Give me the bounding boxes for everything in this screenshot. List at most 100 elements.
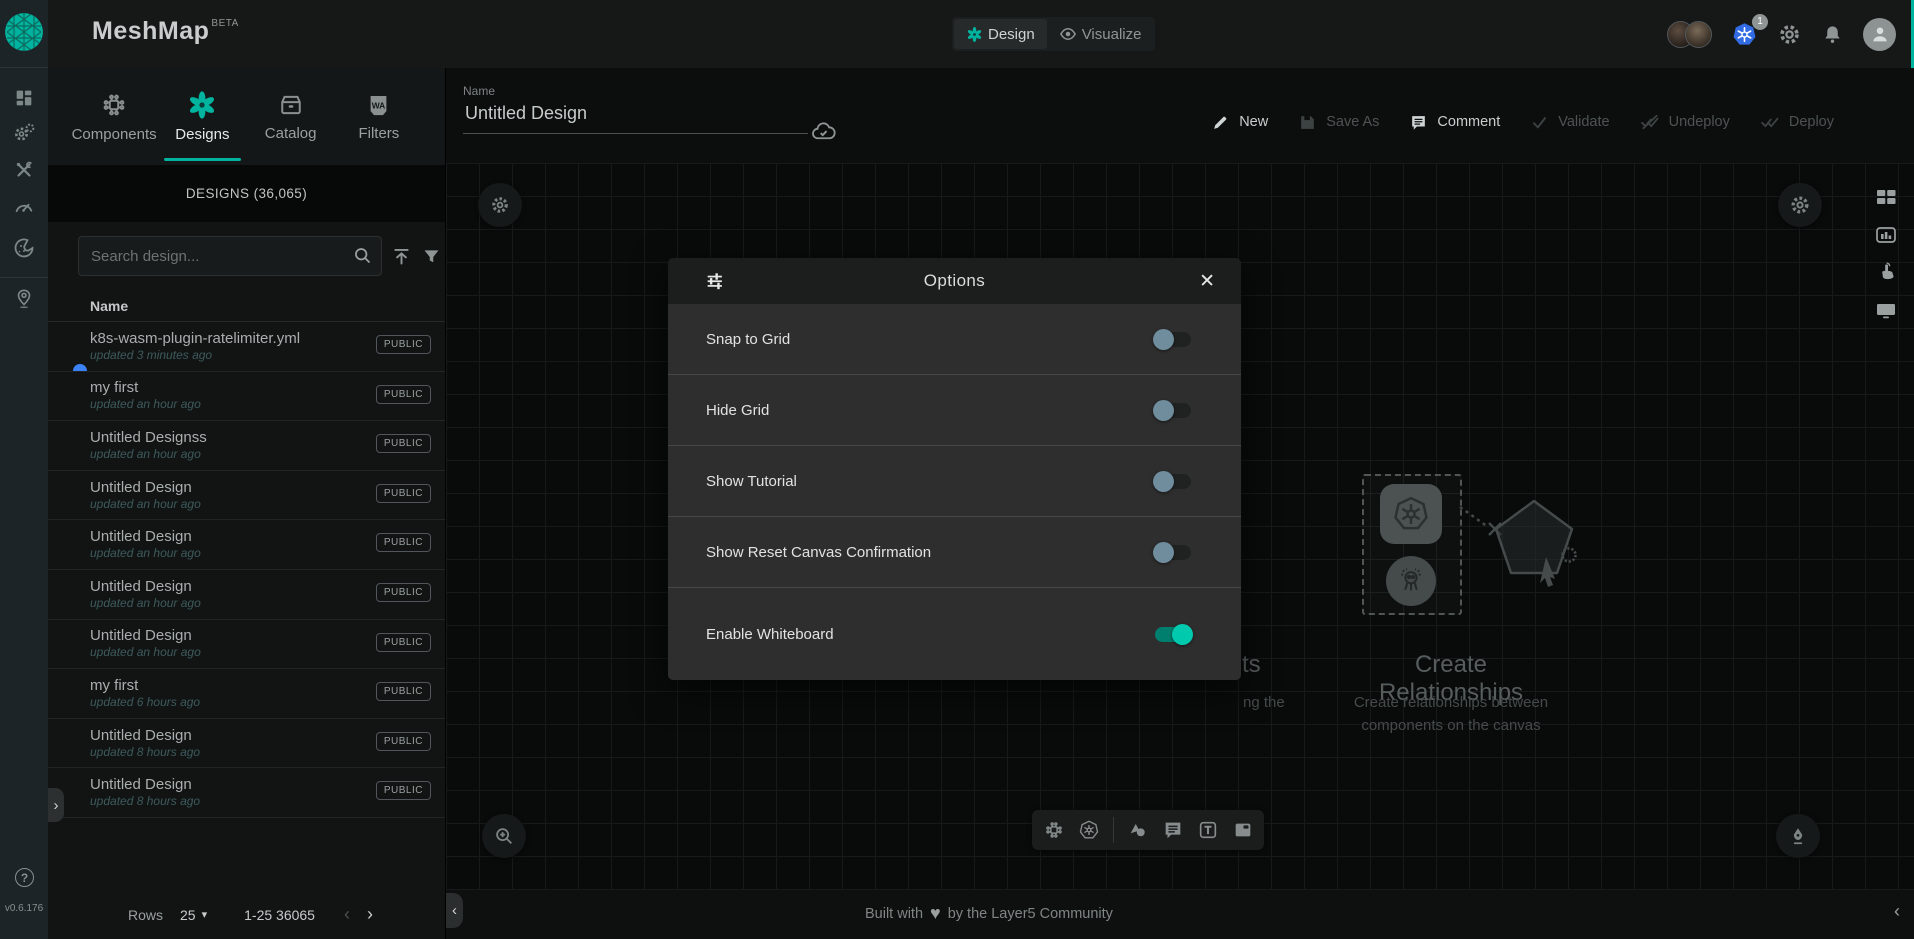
dock-media-button[interactable] — [1232, 819, 1254, 841]
visibility-badge: PUBLIC — [376, 633, 431, 652]
gears-icon — [12, 121, 36, 145]
help-label: ? — [21, 871, 28, 885]
filter-list-button[interactable] — [421, 246, 442, 267]
design-row[interactable]: my first updated 6 hours ago PUBLIC — [48, 669, 445, 719]
zoom-fab[interactable] — [482, 814, 526, 858]
import-design-button[interactable] — [391, 246, 412, 267]
rows-per-page-select[interactable]: 25 ▾ — [180, 907, 207, 923]
dock-text-button[interactable] — [1197, 819, 1219, 841]
sidebar-item-environment[interactable] — [0, 282, 48, 316]
pen-tool-fab[interactable] — [1776, 814, 1820, 858]
enable-whiteboard-toggle[interactable] — [1155, 627, 1191, 642]
settings-button[interactable] — [1777, 22, 1802, 47]
close-icon[interactable]: ✕ — [1199, 270, 1215, 293]
search-input[interactable] — [78, 236, 382, 276]
shapes-icon — [1127, 819, 1149, 841]
previous-page-button[interactable]: ‹ — [344, 904, 350, 925]
clipped-hint-title-fragment: ts — [1242, 651, 1261, 679]
dock-shapes-button[interactable] — [1127, 819, 1149, 841]
tab-filters[interactable]: WA Filters — [335, 68, 423, 165]
tab-components[interactable]: Components — [70, 68, 158, 165]
design-row[interactable]: Untitled Designss updated an hour ago PU… — [48, 421, 445, 471]
show-tutorial-toggle[interactable] — [1155, 474, 1191, 489]
wasm-filters-icon: WA — [365, 92, 392, 119]
sidebar-item-configuration[interactable] — [0, 153, 48, 187]
sidebar-item-dashboard[interactable] — [0, 81, 48, 115]
option-row-show-reset-canvas-confirmation: Show Reset Canvas Confirmation — [668, 517, 1241, 588]
option-label: Show Reset Canvas Confirmation — [706, 544, 931, 561]
dock-kubernetes-button[interactable] — [1078, 819, 1100, 841]
validate-button[interactable]: Validate — [1530, 112, 1609, 132]
undeploy-button[interactable]: Undeploy — [1640, 112, 1730, 132]
right-dock — [1874, 185, 1898, 322]
header-actions: 1 — [1667, 0, 1896, 68]
sidebar-item-extensions[interactable] — [0, 231, 48, 265]
design-name-field: Name — [463, 84, 808, 134]
toolbar-label: Save As — [1326, 114, 1379, 130]
widgets-grid-button[interactable] — [1874, 185, 1898, 209]
user-avatar[interactable] — [1863, 18, 1896, 51]
extensions-icon — [12, 236, 36, 260]
option-label: Snap to Grid — [706, 331, 790, 348]
credits-suffix: by the Layer5 Community — [948, 906, 1113, 922]
option-row-show-tutorial: Show Tutorial — [668, 446, 1241, 517]
design-row[interactable]: my first updated an hour ago PUBLIC — [48, 372, 445, 422]
squid-icon — [1395, 565, 1427, 597]
design-row[interactable]: Untitled Design updated an hour ago PUBL… — [48, 471, 445, 521]
pen-nib-icon — [1787, 825, 1809, 847]
bell-icon — [1821, 23, 1844, 46]
analytics-button[interactable] — [1874, 223, 1898, 247]
svg-text:WA: WA — [372, 100, 386, 110]
design-row[interactable]: Untitled Design updated 8 hours ago PUBL… — [48, 719, 445, 769]
help-button[interactable]: ? — [15, 868, 34, 887]
gear-icon — [1788, 193, 1812, 217]
eye-icon — [1059, 25, 1077, 43]
kubernetes-context-button[interactable]: 1 — [1731, 21, 1758, 48]
catalog-icon — [277, 91, 305, 119]
collaborator-avatar[interactable] — [1685, 21, 1712, 48]
sidebar-item-lifecycle[interactable] — [0, 116, 48, 150]
design-row[interactable]: Untitled Design updated an hour ago PUBL… — [48, 620, 445, 670]
sidebar-item-performance[interactable] — [0, 190, 48, 224]
dashboard-icon — [13, 87, 35, 109]
interaction-button[interactable] — [1875, 261, 1898, 284]
dock-components-button[interactable] — [1043, 819, 1065, 841]
design-row[interactable]: Untitled Design updated an hour ago PUBL… — [48, 570, 445, 620]
canvas-settings-fab[interactable] — [1778, 183, 1822, 227]
collapse-right-button[interactable]: ‹ — [1894, 901, 1900, 922]
mode-toggle: Design Visualize — [952, 17, 1155, 51]
text-tool-icon — [1197, 819, 1219, 841]
design-name-input[interactable] — [463, 103, 808, 134]
layer5-logo-icon[interactable] — [5, 13, 43, 51]
designs-panel: Components Designs Catalog WA Filters DE… — [48, 68, 446, 939]
collapse-left-tab[interactable]: ‹ — [446, 893, 463, 928]
bar-chart-icon — [1874, 223, 1898, 247]
comment-button[interactable]: Comment — [1409, 112, 1500, 132]
snap-to-grid-toggle[interactable] — [1155, 332, 1191, 347]
visibility-badge: PUBLIC — [376, 335, 431, 354]
tab-catalog[interactable]: Catalog — [247, 68, 335, 165]
design-row[interactable]: Untitled Design updated 8 hours ago PUBL… — [48, 768, 445, 818]
show-reset-canvas-confirmation-toggle[interactable] — [1155, 545, 1191, 560]
zoom-in-icon — [493, 825, 515, 847]
deploy-button[interactable]: Deploy — [1760, 112, 1834, 132]
next-page-button[interactable]: › — [367, 904, 373, 925]
tab-design[interactable]: Design — [954, 19, 1047, 49]
dock-comment-button[interactable] — [1162, 819, 1184, 841]
person-icon — [1869, 23, 1891, 45]
double-check-icon — [1760, 112, 1780, 132]
tab-designs[interactable]: Designs — [158, 68, 246, 165]
funnel-icon — [421, 246, 442, 267]
new-button[interactable]: New — [1211, 112, 1268, 132]
mesh-settings-fab[interactable] — [478, 183, 522, 227]
display-button[interactable] — [1874, 298, 1898, 322]
design-row[interactable]: Untitled Design updated an hour ago PUBL… — [48, 520, 445, 570]
tab-visualize[interactable]: Visualize — [1047, 19, 1154, 49]
design-row[interactable]: k8s-wasm-plugin-ratelimiter.yml updated … — [48, 322, 445, 372]
hide-grid-toggle[interactable] — [1155, 403, 1191, 418]
save-as-button[interactable]: Save As — [1298, 112, 1379, 132]
hint-description-line1: Create relationships between — [1354, 694, 1548, 711]
panel-expander-tab[interactable]: › — [48, 788, 64, 822]
notifications-button[interactable] — [1821, 23, 1844, 46]
toolbar-label: Deploy — [1789, 114, 1834, 130]
